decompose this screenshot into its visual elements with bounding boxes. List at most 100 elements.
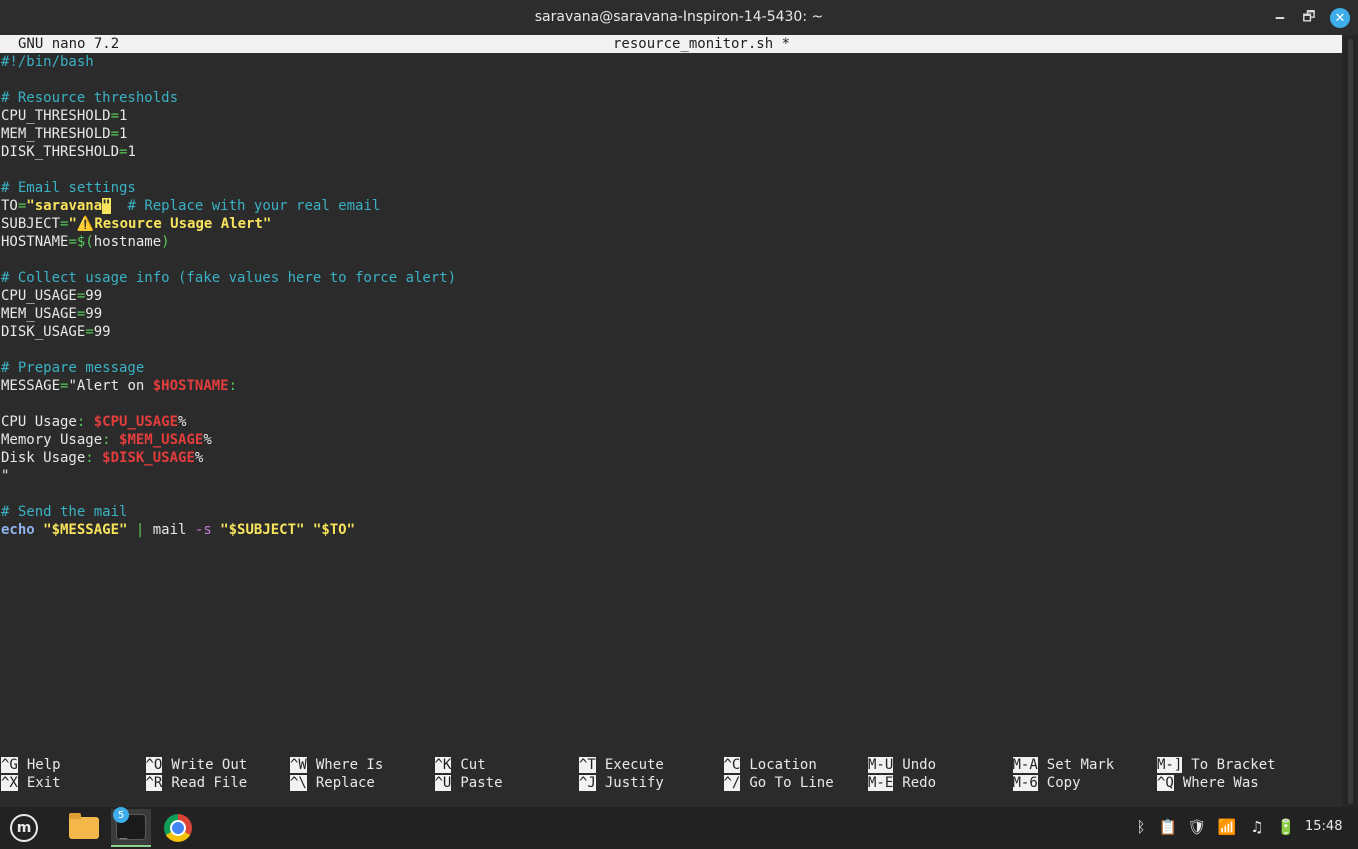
shortcut-key: ^/ [724,775,741,791]
shortcut-label: Read File [171,775,247,791]
shortcut-key: M-6 [1013,775,1038,791]
shortcut-cut[interactable]: ^K Cut [435,756,486,774]
bluetooth-icon[interactable]: ᛒ [1130,812,1152,842]
shortcut-label: Write Out [171,757,247,773]
code-line-20 [0,395,1342,413]
taskbar: m _ [0,807,1358,849]
shield-icon[interactable]: 🛡 [1186,812,1208,842]
shortcut-label: Redo [902,775,936,791]
code-line-6: DISK_THRESHOLD=1 [0,143,1342,161]
shortcut-read-file[interactable]: ^R Read File [146,774,248,792]
shortcut-key: M-] [1157,757,1182,773]
mint-menu-button[interactable]: m [4,809,44,847]
terminal-window-count-badge: 5 [113,807,129,823]
nano-header: GNU nano 7.2 resource_monitor.sh * [0,35,1342,53]
shortcut-key: ^Q [1157,775,1174,791]
editor-area[interactable]: #!/bin/bash # Resource thresholds CPU_TH… [0,53,1342,539]
close-button[interactable]: ✕ [1330,8,1350,28]
shortcut-undo[interactable]: M-U Undo [868,756,936,774]
code-line-11: HOSTNAME=$(hostname) [0,233,1342,251]
music-icon[interactable]: ♫ [1246,812,1268,842]
nano-shortcut-bar: ^G Help ^X Exit ^OWrite Out^R Read File ^W Wher… [0,756,1342,792]
shortcut-key: M-E [868,775,893,791]
code-line-19: MESSAGE="Alert on $HOSTNAME: [0,377,1342,395]
minimize-button[interactable]: 🗕 [1270,8,1290,28]
code-line-12 [0,251,1342,269]
shortcut-label: Help [27,757,61,773]
code-line-14: CPU_USAGE=99 [0,287,1342,305]
shortcut-write-out[interactable]: ^OWrite Out [146,756,248,774]
code-line-3: # Resource thresholds [0,89,1342,107]
shortcut-label: Undo [902,757,936,773]
shortcut-where-is[interactable]: ^W Where Is [290,756,383,774]
code-line-24: " [0,467,1342,485]
file-manager-button[interactable] [64,809,104,847]
warning-icon: ⚠️ [77,216,94,232]
code-line-5: MEM_THRESHOLD=1 [0,125,1342,143]
shortcut-copy[interactable]: M-6Copy [1013,774,1081,792]
shortcut-to-bracket[interactable]: M-] To Bracket [1157,756,1276,774]
shortcut-go-to-line[interactable]: ^/ Go To Line [724,774,834,792]
shortcut-key: M-U [868,757,893,773]
code-line-8: # Email settings [0,179,1342,197]
code-line-22: Memory Usage: $MEM_USAGE% [0,431,1342,449]
shortcut-label: Execute [605,757,664,773]
code-line-13: # Collect usage info (fake values here t… [0,269,1342,287]
shortcut-label: To Bracket [1191,757,1275,773]
shortcut-justify[interactable]: ^J Justify [579,774,664,792]
shortcut-label: Set Mark [1047,757,1114,773]
shortcut-label: Replace [316,775,375,791]
shortcut-key: ^R [146,775,163,791]
shortcut-key: ^\ [290,775,307,791]
shortcut-paste[interactable]: ^U Paste [435,774,503,792]
shortcut-key: M-A [1013,757,1038,773]
code-line-4: CPU_THRESHOLD=1 [0,107,1342,125]
shortcut-exit[interactable]: ^X Exit [1,774,61,792]
nano-filename: resource_monitor.sh * [613,35,790,53]
shortcut-where-was[interactable]: ^QWhere Was [1157,774,1259,792]
shortcut-label: Go To Line [749,775,833,791]
code-line-2 [0,71,1342,89]
shortcut-key: ^X [1,775,18,791]
shortcut-key: ^T [579,757,596,773]
shortcut-key: ^C [724,757,741,773]
window-title: saravana@saravana-Inspiron-14-5430: ~ [0,9,1358,25]
shortcut-key: ^U [435,775,452,791]
code-line-17 [0,341,1342,359]
shortcut-key: ^J [579,775,596,791]
folder-icon [69,817,99,839]
shortcut-label: Where Is [316,757,383,773]
terminal-scrollbar[interactable] [1343,35,1358,807]
shortcut-key: ^K [435,757,452,773]
maximize-button[interactable]: 🗗 [1299,8,1319,28]
shortcut-label: Exit [27,775,61,791]
code-line-27: echo "$MESSAGE" | mail -s "$SUBJECT" "$T… [0,521,1342,539]
battery-icon[interactable]: 🔋 [1275,812,1297,842]
shortcut-label: Justify [605,775,664,791]
code-line-16: DISK_USAGE=99 [0,323,1342,341]
shortcut-label: Cut [460,757,485,773]
shortcut-label: Paste [460,775,502,791]
shortcut-key: ^G [1,757,18,773]
shortcut-help[interactable]: ^G Help [1,756,61,774]
shortcut-key: ^W [290,757,307,773]
code-line-10: SUBJECT="⚠️Resource Usage Alert" [0,215,1342,233]
scrollbar-thumb[interactable] [1348,39,1353,804]
wifi-icon[interactable]: 📶 [1216,812,1238,842]
code-line-9: TO="saravana" # Replace with your real e… [0,197,1342,215]
shortcut-set-mark[interactable]: M-A Set Mark [1013,756,1115,774]
shortcut-execute[interactable]: ^T Execute [579,756,664,774]
clipboard-icon[interactable]: 📋 [1157,812,1179,842]
shortcut-replace[interactable]: ^\ Replace [290,774,375,792]
text-cursor: " [102,198,110,214]
nano-version: GNU nano 7.2 [18,35,119,53]
chrome-taskbar-button[interactable] [158,809,198,847]
code-line-26: # Send the mail [0,503,1342,521]
clock[interactable]: 15:48 [1305,812,1342,842]
shortcut-redo[interactable]: M-E Redo [868,774,936,792]
shortcut-location[interactable]: ^CLocation [724,756,817,774]
code-line-1: #!/bin/bash [0,53,1342,71]
code-line-18: # Prepare message [0,359,1342,377]
code-line-7 [0,161,1342,179]
code-line-25 [0,485,1342,503]
